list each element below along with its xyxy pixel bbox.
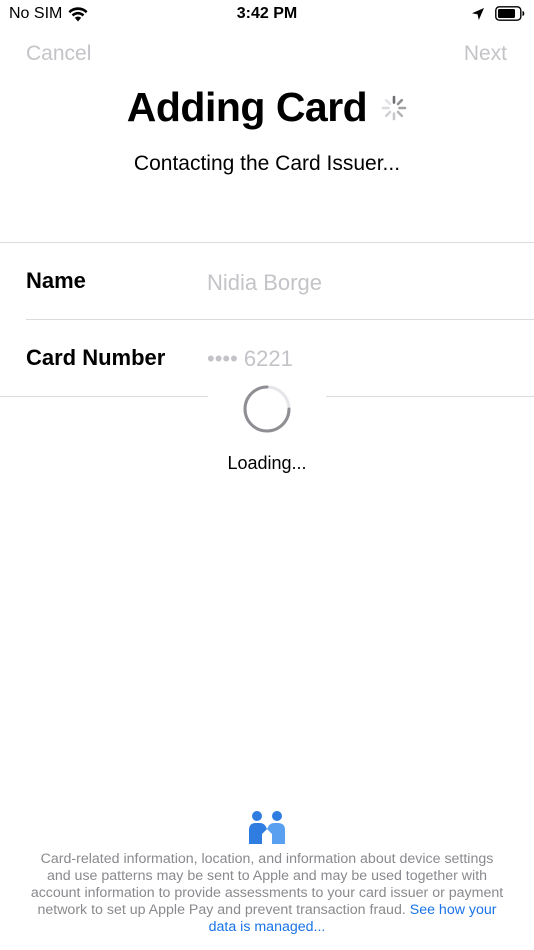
- form-row-divider: [26, 319, 534, 320]
- title-row: Adding Card: [0, 84, 534, 131]
- name-field[interactable]: Nidia Borge: [207, 270, 322, 296]
- privacy-handshake-icon: [249, 811, 285, 844]
- privacy-disclosure: Card-related information, location, and …: [30, 851, 504, 936]
- page-subtitle: Contacting the Card Issuer...: [133, 152, 401, 175]
- card-number-field[interactable]: •••• 6221: [207, 346, 293, 372]
- location-icon: [472, 7, 484, 20]
- name-label: Name: [26, 268, 86, 293]
- next-button[interactable]: Next: [464, 42, 507, 66]
- activity-spinner-icon: [381, 95, 407, 120]
- status-time: 3:42 PM: [236, 5, 298, 22]
- status-bar: No SIM 3:42 PM: [0, 0, 534, 28]
- card-number-label: Card Number: [26, 345, 166, 370]
- loading-spinner-icon: [243, 385, 291, 433]
- loading-text: Loading...: [227, 453, 307, 473]
- page-title: Adding Card: [126, 84, 368, 130]
- adding-card-screen: No SIM 3:42 PM Cancel Next Adding Card C…: [0, 0, 534, 950]
- status-right: [471, 6, 525, 21]
- cancel-button[interactable]: Cancel: [26, 42, 91, 66]
- battery-icon: [495, 6, 525, 21]
- form-top-divider: [0, 242, 534, 243]
